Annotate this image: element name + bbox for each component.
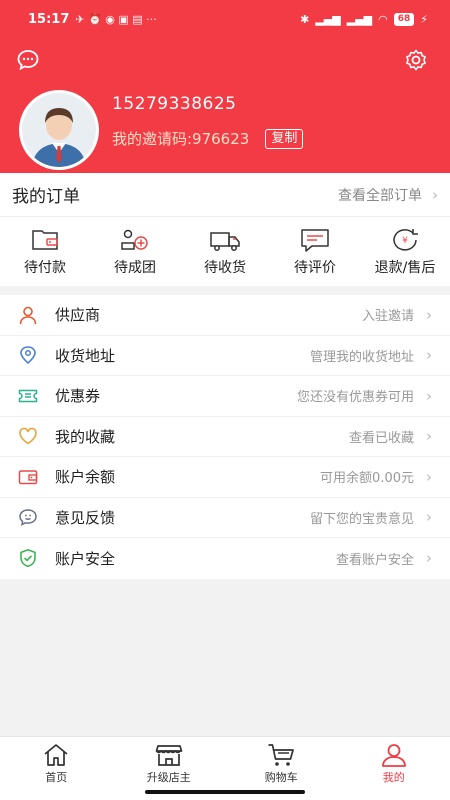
signal-icon: ▂▄▆ (315, 12, 341, 26)
wallet-balance-icon (18, 467, 38, 487)
menu-hint: 入驻邀请 (361, 309, 414, 325)
bottom-tab-bar: 首页 升级店主 购物车 我的 (0, 736, 450, 800)
store-icon (155, 745, 183, 766)
home-indicator[interactable] (145, 790, 305, 794)
view-all-orders-label: 查看全部订单 (338, 187, 422, 204)
phone-number: 15279338625 (112, 94, 237, 114)
feedback-icon (18, 507, 38, 527)
order-label: 待评价 (294, 259, 336, 276)
gear-icon[interactable] (404, 48, 428, 72)
shield-icon (18, 548, 38, 568)
menu-label: 意见反馈 (55, 508, 116, 527)
menu-label: 账户余额 (55, 468, 116, 487)
chevron-right-icon: › (426, 346, 432, 365)
menu-item-feedback[interactable]: 意见反馈 留下您的宝贵意见 › (0, 498, 450, 538)
chevron-right-icon: › (426, 427, 432, 446)
order-label: 待收货 (204, 259, 246, 276)
menu-label: 我的收藏 (55, 427, 116, 446)
menu-label: 账户安全 (55, 549, 116, 568)
menu-hint: 可用余额0.00元 (320, 471, 414, 487)
battery-icon: 68 (393, 12, 415, 26)
avatar-image (22, 93, 96, 167)
wallet-icon (32, 229, 58, 250)
location-icon (18, 345, 38, 365)
menu-item-coupon[interactable]: 优惠券 您还没有优惠券可用 › (0, 376, 450, 417)
status-bar: 15:17 ✈ ⏰ ◉ ▣ ▤ ··· ✱ ▂▄▆ ▂▄▆ ◠ 68 ⚡ (0, 0, 450, 38)
menu-item-favorites[interactable]: 我的收藏 查看已收藏 › (0, 417, 450, 457)
menu-label: 优惠券 (55, 387, 101, 406)
menu-hint: 您还没有优惠券可用 (296, 390, 414, 406)
order-pending-receipt[interactable]: 待收货 (180, 217, 270, 286)
menu-item-supplier[interactable]: 供应商 入驻邀请 › (0, 295, 450, 336)
status-time: 15:17 (28, 11, 70, 27)
order-label: 待成团 (114, 259, 156, 276)
coupon-icon (18, 386, 38, 406)
order-label: 退款/售后 (374, 259, 436, 276)
menu-label: 供应商 (55, 306, 101, 325)
avatar[interactable] (19, 90, 99, 170)
chevron-right-icon: › (432, 185, 438, 204)
chevron-right-icon: › (426, 305, 432, 324)
orders-card: 我的订单 查看全部订单 › 待付款 待成团 待收货 待评价 ¥ 退款/售后 (0, 173, 450, 286)
tab-mine[interactable]: 我的 (338, 737, 450, 800)
invite-code: 我的邀请码:976623 (112, 130, 250, 148)
invite-code-row: 我的邀请码:976623 复制 (112, 128, 304, 149)
menu-item-balance[interactable]: 账户余额 可用余额0.00元 › (0, 457, 450, 498)
order-pending-group[interactable]: 待成团 (90, 217, 180, 286)
tab-label: 购物车 (264, 771, 298, 784)
menu-label: 收货地址 (55, 346, 116, 365)
signal-icon-2: ▂▄▆ (346, 12, 373, 26)
svg-text:¥: ¥ (402, 236, 408, 246)
menu-hint: 查看账户安全 (335, 552, 414, 568)
orders-header[interactable]: 我的订单 查看全部订单 › (0, 173, 450, 217)
profile-header: 15279338625 我的邀请码:976623 复制 (0, 38, 450, 173)
group-icon (121, 229, 148, 250)
user-icon (381, 744, 406, 767)
chevron-right-icon: › (426, 508, 432, 527)
message-icon[interactable] (16, 48, 40, 72)
menu-item-security[interactable]: 账户安全 查看账户安全 › (0, 538, 450, 579)
home-icon (44, 744, 68, 766)
order-pending-review[interactable]: 待评价 (270, 217, 360, 286)
chevron-right-icon: › (426, 467, 432, 486)
chevron-right-icon: › (426, 549, 432, 568)
truck-icon (210, 231, 240, 251)
supplier-icon (18, 305, 38, 325)
cart-icon (268, 744, 295, 766)
chevron-right-icon: › (426, 386, 432, 405)
refund-icon: ¥ (393, 228, 418, 251)
wifi-icon: ◠ (378, 12, 388, 26)
tab-home[interactable]: 首页 (0, 737, 113, 800)
menu-hint: 查看已收藏 (348, 430, 414, 446)
heart-icon (18, 426, 38, 446)
charging-icon: ⚡ (420, 12, 428, 26)
menu-hint: 留下您的宝贵意见 (309, 511, 414, 527)
menu-list: 供应商 入驻邀请 › 收货地址 管理我的收货地址 › 优惠券 您还没有优惠券可用… (0, 295, 450, 579)
view-all-orders-link[interactable]: 查看全部订单 › (338, 185, 438, 205)
order-pending-payment[interactable]: 待付款 (0, 217, 90, 286)
menu-hint: 管理我的收货地址 (309, 349, 414, 365)
orders-title: 我的订单 (12, 187, 80, 207)
bluetooth-icon: ✱ (300, 12, 310, 26)
tab-label: 首页 (45, 771, 68, 784)
order-refund[interactable]: ¥ 退款/售后 (360, 217, 450, 286)
tab-label: 我的 (382, 771, 405, 784)
menu-item-address[interactable]: 收货地址 管理我的收货地址 › (0, 336, 450, 376)
notification-icons: ✈ ⏰ ◉ ▣ ▤ ··· (75, 12, 157, 26)
comment-icon (301, 228, 329, 252)
copy-button[interactable]: 复制 (265, 128, 304, 149)
tab-label: 升级店主 (146, 771, 191, 784)
order-label: 待付款 (24, 259, 66, 276)
